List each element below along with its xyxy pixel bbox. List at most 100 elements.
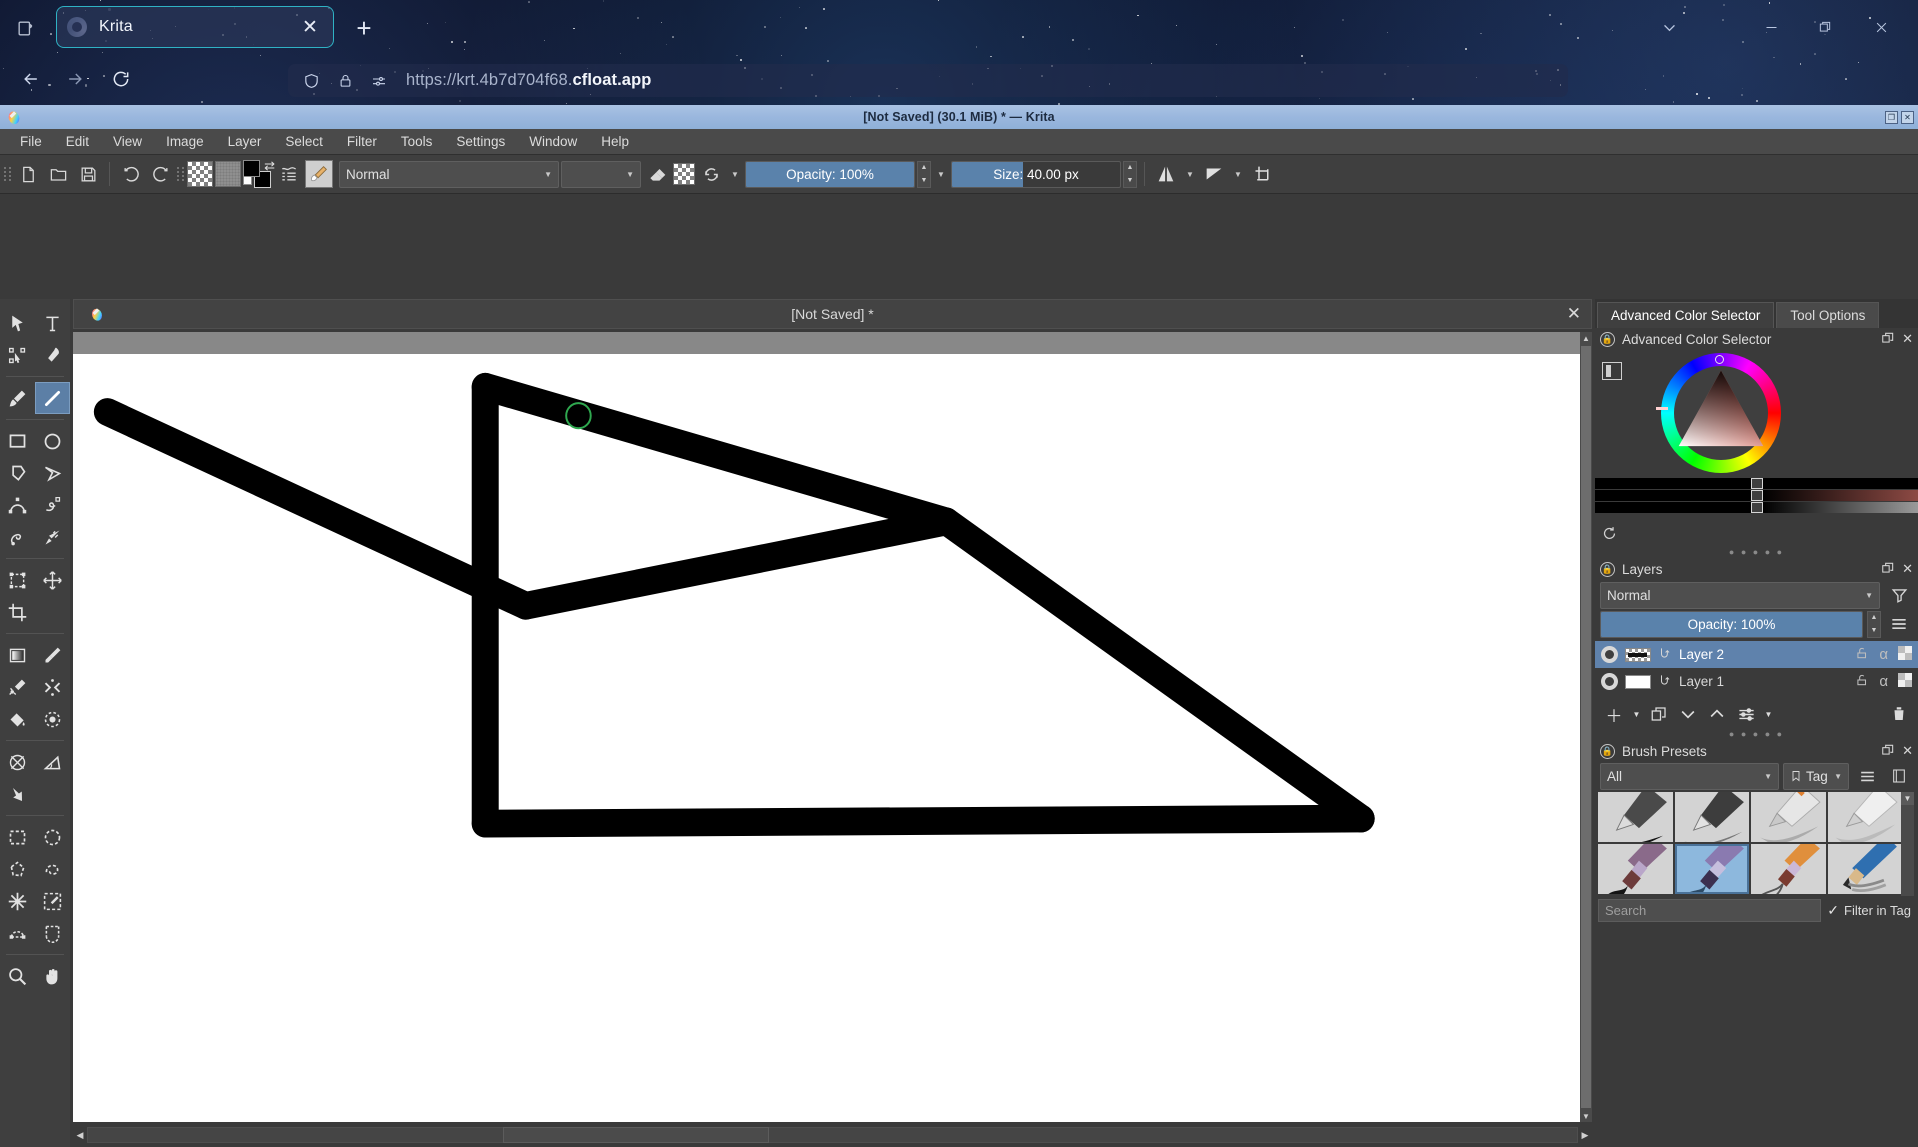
- alpha-lock-badge[interactable]: α: [1879, 646, 1888, 663]
- mirror-vertical-icon[interactable]: [1200, 160, 1228, 188]
- float-panel-icon[interactable]: [1881, 561, 1895, 578]
- opacity-options-chevron-icon[interactable]: ▼: [933, 160, 949, 188]
- brush-preset-pencil-blue[interactable]: [1828, 844, 1903, 894]
- elliptical-selection-tool[interactable]: [35, 821, 70, 853]
- smart-patch-tool[interactable]: [35, 671, 70, 703]
- shield-icon[interactable]: [300, 70, 322, 92]
- close-panel-icon[interactable]: ✕: [1902, 331, 1913, 347]
- eraser-mode-icon[interactable]: [643, 160, 671, 188]
- move-layer-down-icon[interactable]: [1675, 701, 1701, 727]
- calligraphy-tool[interactable]: [35, 339, 70, 371]
- layer-visibility-icon[interactable]: [1601, 673, 1618, 690]
- close-tab-icon[interactable]: ✕: [297, 14, 323, 40]
- layers-menu-icon[interactable]: [1885, 612, 1913, 636]
- bezier-selection-tool[interactable]: [0, 917, 35, 949]
- measure-tool[interactable]: [35, 746, 70, 778]
- menu-window[interactable]: Window: [517, 131, 589, 152]
- delete-layer-icon[interactable]: [1886, 701, 1912, 727]
- layer-properties-chevron-icon[interactable]: ▼: [1762, 701, 1775, 727]
- panel-splitter-2[interactable]: ● ● ● ● ●: [1595, 729, 1918, 740]
- canvas-vertical-scrollbar[interactable]: ▲ ▼: [1580, 332, 1592, 1122]
- menu-layer[interactable]: Layer: [216, 131, 274, 152]
- maximize-window-button[interactable]: [1806, 10, 1844, 44]
- reload-preset-icon[interactable]: [697, 160, 725, 188]
- search-input[interactable]: Search: [1598, 899, 1821, 922]
- move-layer-up-icon[interactable]: [1704, 701, 1730, 727]
- layer-row[interactable]: Layer 1α: [1595, 668, 1918, 695]
- contiguous-selection-tool[interactable]: [0, 885, 35, 917]
- multibrush-tool[interactable]: [35, 521, 70, 553]
- canvas-horizontal-scrollbar[interactable]: ◀ ▶: [73, 1125, 1592, 1145]
- shade-bar-1[interactable]: [1595, 478, 1918, 489]
- alpha-mask-icon[interactable]: [673, 163, 695, 185]
- rectangle-tool[interactable]: [0, 425, 35, 457]
- canvas-paper[interactable]: [73, 354, 1582, 1122]
- h-scroll-thumb[interactable]: [503, 1127, 769, 1143]
- select-shapes-tool[interactable]: [0, 307, 35, 339]
- panel-splitter[interactable]: ● ● ● ● ●: [1595, 547, 1918, 558]
- redo-icon[interactable]: [147, 160, 175, 188]
- menu-image[interactable]: Image: [154, 131, 216, 152]
- ellipse-tool[interactable]: [35, 425, 70, 457]
- vertical-scroll-thumb[interactable]: [1581, 346, 1591, 1108]
- float-panel-icon[interactable]: [1881, 743, 1895, 760]
- close-panel-icon[interactable]: ✕: [1902, 743, 1913, 759]
- scroll-down-icon[interactable]: ▼: [1901, 792, 1914, 805]
- menu-settings[interactable]: Settings: [444, 131, 517, 152]
- dynamic-brush-tool[interactable]: [0, 521, 35, 553]
- advanced-color-selector[interactable]: [1595, 350, 1918, 525]
- assistant-tool[interactable]: [0, 746, 35, 778]
- undo-icon[interactable]: [117, 160, 145, 188]
- preset-options-chevron-icon[interactable]: ▼: [727, 160, 743, 188]
- gradient-tool[interactable]: [0, 639, 35, 671]
- list-view-icon[interactable]: [1853, 764, 1881, 788]
- alpha-inherit-icon[interactable]: [1898, 673, 1912, 690]
- foreground-background-color[interactable]: ⇄: [243, 160, 273, 188]
- reload-icon[interactable]: [104, 63, 138, 95]
- save-icon[interactable]: [74, 160, 102, 188]
- brush-preset-pencil-soft[interactable]: [1828, 792, 1903, 842]
- toolbar-grip-2[interactable]: [177, 162, 185, 186]
- similar-color-selection-tool[interactable]: [35, 885, 70, 917]
- move-tool[interactable]: [35, 564, 70, 596]
- add-layer-chevron-icon[interactable]: ▼: [1630, 701, 1643, 727]
- url-bar[interactable]: https://krt.4b7d704f68.cfloat.app: [288, 64, 1568, 97]
- layer-opacity-slider[interactable]: Opacity: 100%: [1600, 611, 1863, 638]
- brush-preset-ink-pen-dark[interactable]: [1598, 792, 1673, 842]
- menu-help[interactable]: Help: [589, 131, 641, 152]
- layer-blend-mode-combo[interactable]: Normal ▼: [1600, 582, 1880, 609]
- bezier-curve-tool[interactable]: [0, 489, 35, 521]
- tab-tool-options[interactable]: Tool Options: [1776, 302, 1879, 328]
- layer-opacity-spinner[interactable]: ▲▼: [1867, 611, 1881, 638]
- transform-tool[interactable]: [0, 564, 35, 596]
- reference-images-tool[interactable]: [0, 778, 35, 810]
- text-tool[interactable]: [35, 307, 70, 339]
- close-panel-icon[interactable]: ✕: [1902, 561, 1913, 577]
- menu-view[interactable]: View: [101, 131, 154, 152]
- brush-preset-pencil-light[interactable]: [1751, 792, 1826, 842]
- layer-thumbnail[interactable]: [1625, 675, 1651, 689]
- brush-preset-brush-wet[interactable]: [1598, 844, 1673, 894]
- scroll-right-icon[interactable]: ▶: [1578, 1125, 1592, 1145]
- alpha-inherit-icon[interactable]: [1898, 646, 1912, 663]
- freehand-path-tool[interactable]: [35, 489, 70, 521]
- lock-icon[interactable]: [1855, 673, 1869, 690]
- color-sampler-tool[interactable]: [35, 639, 70, 671]
- menu-tools[interactable]: Tools: [389, 131, 445, 152]
- shade-bar-2[interactable]: [1595, 490, 1918, 501]
- layer-properties-icon[interactable]: [1733, 701, 1759, 727]
- permissions-icon[interactable]: [368, 70, 390, 92]
- new-tab-button[interactable]: +: [348, 12, 380, 44]
- colorize-mask-tool[interactable]: [0, 671, 35, 703]
- freehand-brush-tool[interactable]: [0, 382, 35, 414]
- line-tool[interactable]: [35, 382, 70, 414]
- duplicate-layer-icon[interactable]: [1646, 701, 1672, 727]
- freehand-selection-tool[interactable]: [35, 853, 70, 885]
- add-layer-icon[interactable]: ＋: [1601, 701, 1627, 727]
- minimize-window-button[interactable]: [1752, 10, 1790, 44]
- lock-icon[interactable]: 🔒: [1600, 332, 1615, 347]
- layer-thumbnail[interactable]: [1625, 648, 1651, 662]
- brush-preset-basic-brush[interactable]: [1675, 844, 1750, 894]
- wrap-around-icon[interactable]: [1248, 160, 1276, 188]
- layer-link-icon[interactable]: [1658, 646, 1672, 663]
